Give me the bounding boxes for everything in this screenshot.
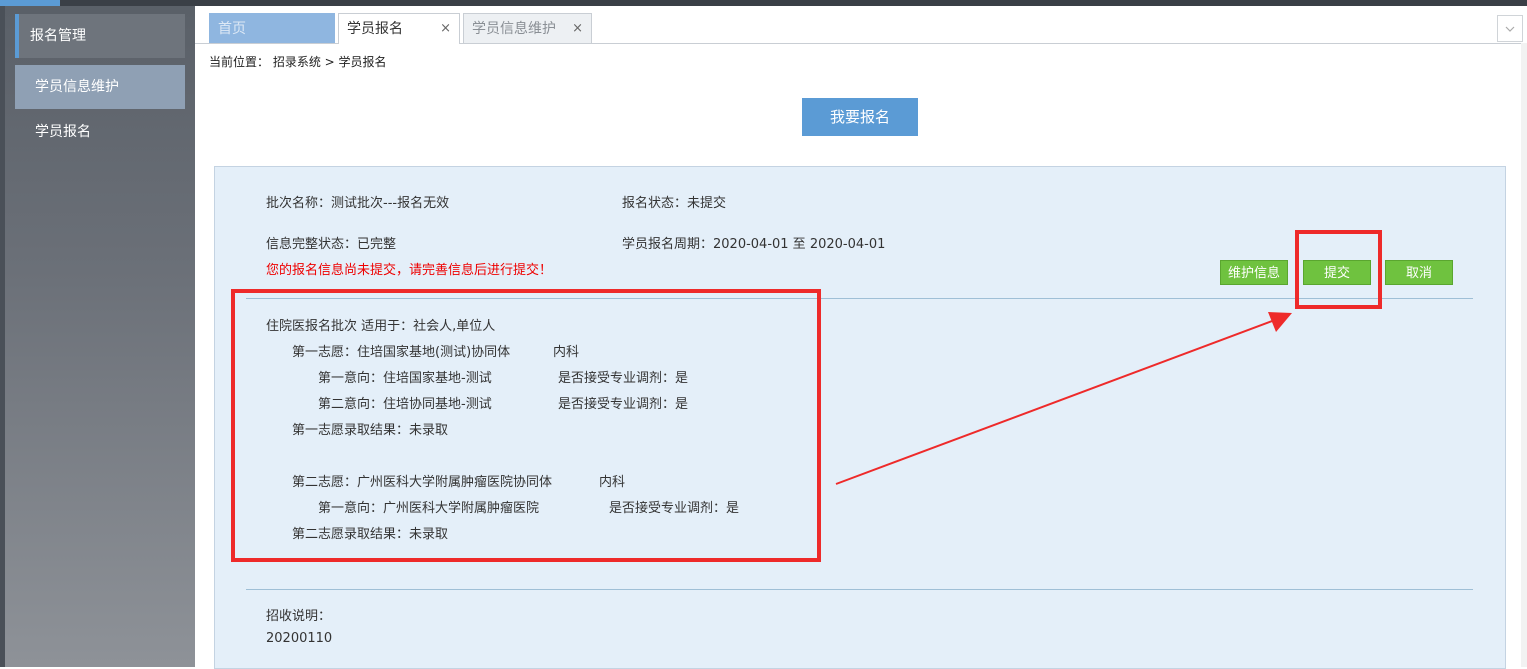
- first-choice-title: 第一志愿：住培国家基地(测试)协同体: [292, 345, 511, 360]
- divider: [246, 298, 1473, 299]
- apply-status: 报名状态：未提交: [622, 196, 727, 211]
- second-choice-intent-1-adjust: 是否接受专业调剂：是: [609, 501, 740, 516]
- sidebar-stripe: [0, 6, 5, 667]
- first-choice-intent-1: 第一意向：住培国家基地-测试: [318, 371, 492, 386]
- second-choice-dept: 内科: [599, 475, 626, 490]
- tab-student-info[interactable]: 学员信息维护 ×: [463, 13, 592, 43]
- first-choice-dept: 内科: [553, 345, 580, 360]
- sidebar: 报名管理 学员信息维护 学员报名: [0, 6, 195, 667]
- second-choice-intent-1: 第一意向：广州医科大学附属肿瘤医院: [318, 501, 540, 516]
- sidebar-group-registration[interactable]: 报名管理: [15, 14, 185, 58]
- choices-header: 住院医报名批次 适用于：社会人,单位人: [266, 319, 496, 334]
- batch-name: 批次名称：测试批次---报名无效: [266, 196, 450, 211]
- sidebar-item-student-info[interactable]: 学员信息维护: [15, 65, 185, 109]
- close-icon[interactable]: ×: [572, 14, 583, 44]
- first-choice-intent-1-adjust: 是否接受专业调剂：是: [558, 371, 689, 386]
- tab-home-label: 首页: [218, 21, 246, 37]
- batch-panel: 批次名称：测试批次---报名无效 报名状态：未提交 信息完整状态：已完整 学员报…: [214, 166, 1506, 669]
- divider: [246, 589, 1473, 590]
- apply-button[interactable]: 我要报名: [802, 98, 918, 136]
- close-icon[interactable]: ×: [440, 14, 451, 44]
- sidebar-item-student-apply[interactable]: 学员报名: [15, 110, 185, 154]
- apply-period: 学员报名周期：2020-04-01 至 2020-04-01: [622, 237, 886, 252]
- breadcrumb: 当前位置： 招录系统 > 学员报名: [209, 55, 387, 69]
- maintain-info-button[interactable]: 维护信息: [1220, 260, 1288, 285]
- tab-bar: 首页 学员报名 × 学员信息维护 ×: [195, 6, 1527, 44]
- notes-value: 20200110: [266, 631, 333, 646]
- tab-student-apply-label: 学员报名: [347, 21, 403, 37]
- first-choice-intent-2: 第二意向：住培协同基地-测试: [318, 397, 492, 412]
- tab-student-info-label: 学员信息维护: [472, 21, 556, 37]
- warning-text: 您的报名信息尚未提交，请完善信息后进行提交！: [266, 263, 553, 278]
- second-choice-result: 第二志愿录取结果：未录取: [292, 527, 449, 542]
- second-choice-title: 第二志愿：广州医科大学附属肿瘤医院协同体: [292, 475, 553, 490]
- first-choice-result: 第一志愿录取结果：未录取: [292, 423, 449, 438]
- tab-student-apply[interactable]: 学员报名 ×: [338, 13, 460, 44]
- submit-button[interactable]: 提交: [1303, 260, 1371, 285]
- notes-label: 招收说明：: [266, 609, 332, 624]
- first-choice-intent-2-adjust: 是否接受专业调剂：是: [558, 397, 689, 412]
- tab-home[interactable]: 首页: [209, 13, 335, 43]
- info-status: 信息完整状态：已完整: [266, 237, 397, 252]
- scrollbar[interactable]: [1521, 43, 1527, 667]
- chevron-down-icon[interactable]: [1497, 15, 1523, 42]
- cancel-button[interactable]: 取消: [1385, 260, 1453, 285]
